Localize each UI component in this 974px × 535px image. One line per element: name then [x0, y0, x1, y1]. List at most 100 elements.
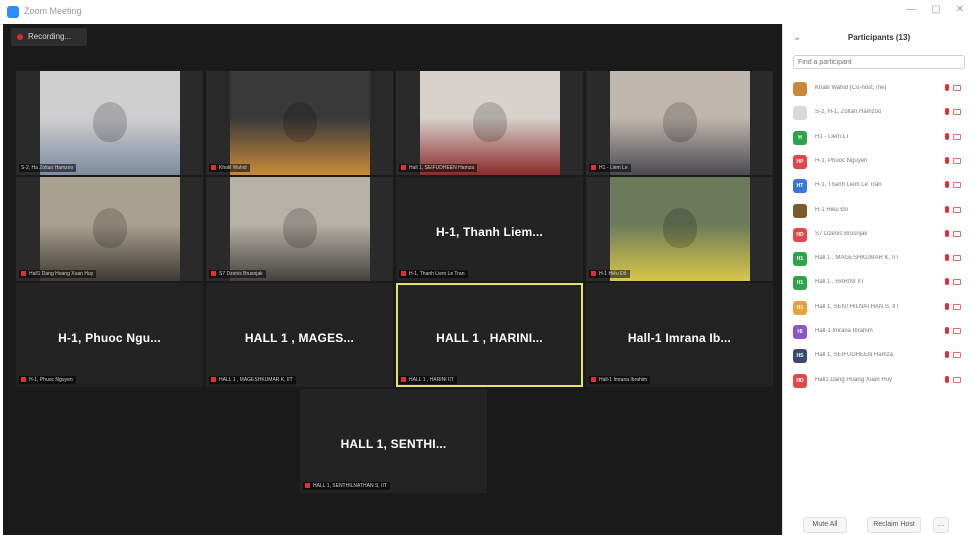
participant-video — [40, 177, 180, 281]
video-off-icon[interactable] — [953, 85, 961, 91]
video-off-icon[interactable] — [953, 157, 961, 164]
muted-mic-icon[interactable] — [945, 181, 949, 189]
recording-label: Recording... — [28, 32, 72, 41]
participant-display-name: HALL 1 , HARINI... — [436, 330, 543, 345]
video-off-icon[interactable] — [953, 303, 961, 310]
participant-name: Hall 1, SENTHILNATHAN S, IIT — [815, 303, 900, 310]
recording-icon — [17, 34, 23, 40]
avatar: HI — [793, 325, 807, 339]
video-tile[interactable]: Hall-1 Imrana Ib... Hall-1 Imrana Ibrahim — [586, 283, 773, 387]
recording-indicator[interactable]: Recording... — [11, 28, 87, 46]
muted-mic-icon — [211, 377, 216, 383]
participant-row[interactable]: HS Hall 1, SEIFUDHEEN Hamza — [793, 347, 969, 364]
video-tile[interactable]: Hall 1, SEIFUDHEEN Hamza — [396, 71, 583, 175]
video-tile[interactable]: HALL 1 , MAGES... HALL 1 , MAGESHKUMAR K,… — [206, 283, 393, 387]
participant-name: S7 Dzenis Brusnjak — [815, 230, 868, 237]
muted-mic-icon — [401, 271, 406, 277]
muted-mic-icon — [21, 377, 26, 383]
muted-mic-icon[interactable] — [945, 302, 949, 310]
participant-name-label: Hall 1, SEIFUDHEEN Hamza — [409, 165, 475, 171]
video-tile[interactable]: Khalil Wahid — [206, 71, 393, 175]
video-tile[interactable]: S-2, Ha Zoltan Hamzoo — [16, 71, 203, 175]
muted-mic-icon — [305, 483, 310, 489]
participant-status-icons — [945, 108, 965, 116]
participant-silhouette — [93, 208, 127, 249]
participant-search-input[interactable] — [793, 55, 965, 69]
muted-mic-icon[interactable] — [945, 351, 949, 359]
participants-panel: ⌄ Participants (13) Khalil Wahid (Co-hos… — [782, 24, 974, 535]
participant-row[interactable]: HT H-1, Thanh Liem Le Tran — [793, 177, 969, 194]
participant-row[interactable]: HD S7 Dzenis Brusnjak — [793, 226, 969, 242]
participant-name-tag: Hall1 Dang Hoang Xuan Huy — [19, 270, 97, 278]
participant-row[interactable]: H-1 Hiếu Đỗ — [793, 202, 969, 218]
participant-row[interactable]: H1 Hall 1, SENTHILNATHAN S, IIT — [793, 299, 969, 315]
participant-video — [420, 71, 560, 175]
participant-name: H-1, Thanh Liem Le Tran — [815, 182, 882, 189]
maximize-icon[interactable]: ▢ — [928, 4, 944, 15]
muted-mic-icon[interactable] — [945, 84, 949, 91]
video-off-icon[interactable] — [953, 230, 961, 237]
muted-mic-icon[interactable] — [945, 278, 949, 286]
video-off-icon[interactable] — [953, 182, 961, 189]
participant-status-icons — [945, 327, 965, 335]
muted-mic-icon[interactable] — [945, 327, 949, 334]
participant-name-label: H-1, Thanh Liem Le Tran — [409, 271, 465, 277]
video-tile[interactable]: H-1, Thanh Liem... H-1, Thanh Liem Le Tra… — [396, 177, 583, 281]
minimize-icon[interactable]: — — [903, 4, 919, 15]
video-off-icon[interactable] — [953, 328, 961, 334]
window-title: Zoom Meeting — [24, 6, 82, 16]
muted-mic-icon[interactable] — [945, 375, 949, 383]
close-icon[interactable]: ✕ — [952, 4, 968, 15]
participant-status-icons — [945, 254, 965, 262]
video-off-icon[interactable] — [953, 206, 961, 213]
video-off-icon[interactable] — [953, 255, 961, 262]
participant-row[interactable]: HI Hall-1 Imrana Ibrahim — [793, 323, 969, 339]
participant-name: Hall 1 , MAGESHKUMAR K, IIT — [815, 255, 900, 262]
video-off-icon[interactable] — [953, 352, 961, 359]
participant-row[interactable]: Khalil Wahid (Co-host, me) — [793, 80, 969, 96]
avatar: HD — [793, 227, 807, 242]
mute-all-button[interactable]: Mute All — [803, 517, 847, 533]
video-off-icon[interactable] — [953, 133, 961, 140]
participant-row[interactable]: S-2, H-1, Zoltan Hamzoo — [793, 104, 969, 121]
participant-display-name: HALL 1 , MAGES... — [244, 330, 355, 345]
video-tile[interactable]: HALL 1 , HARINI... HALL 1 , HARINI IIT — [396, 283, 583, 387]
muted-mic-icon[interactable] — [945, 205, 949, 213]
muted-mic-icon[interactable] — [945, 229, 949, 237]
participant-video — [230, 177, 370, 281]
video-off-icon[interactable] — [953, 279, 961, 286]
video-off-icon[interactable] — [953, 376, 961, 383]
participant-row[interactable]: H1 Hall 1 , HARINI IIT — [793, 274, 969, 291]
participant-row[interactable]: H H1 - Liem LT — [793, 129, 969, 145]
participant-row[interactable]: HP H-1, Phuoc Nguyen — [793, 153, 969, 169]
participant-display-name: Hall-1 Imrana Ib... — [627, 330, 732, 345]
reclaim-host-button[interactable]: Reclaim Host — [867, 517, 921, 533]
muted-mic-icon[interactable] — [945, 156, 949, 164]
participant-name: H-1, Phuoc Nguyen — [815, 157, 868, 164]
muted-mic-icon[interactable] — [945, 108, 949, 116]
muted-mic-icon — [591, 377, 596, 383]
participant-name-label: HALL 1, SENTHILNATHAN S, IIT — [313, 483, 387, 489]
more-options-button[interactable]: … — [933, 517, 949, 533]
muted-mic-icon[interactable] — [945, 132, 949, 140]
video-tile[interactable]: HALL 1, SENTHI... HALL 1, SENTHILNATHAN S… — [300, 389, 487, 493]
participant-name: H1 - Liem LT — [815, 133, 850, 140]
video-tile[interactable]: S7 Dzenis Brusnjak — [206, 177, 393, 281]
avatar — [793, 106, 807, 121]
video-tile[interactable]: H-1 Hiếu Đỗ — [586, 177, 773, 281]
video-off-icon[interactable] — [953, 109, 961, 116]
participant-video — [610, 71, 750, 175]
participant-name-tag: Hall-1 Imrana Ibrahim — [589, 376, 651, 384]
participant-row[interactable]: H1 Hall 1 , MAGESHKUMAR K, IIT — [793, 250, 969, 267]
video-tile[interactable]: H-1, Phuoc Ngu... H-1, Phuoc Nguyen — [16, 283, 203, 387]
avatar: HD — [793, 373, 807, 388]
muted-mic-icon — [401, 165, 406, 171]
participant-row[interactable]: HD Hall1 Dang Hoang Xuan Huy — [793, 372, 969, 388]
video-tile[interactable]: H1 - Liem Le — [586, 71, 773, 175]
participant-status-icons — [945, 302, 965, 311]
participant-name-label: Hall1 Dang Hoang Xuan Huy — [29, 271, 94, 277]
participant-name: Hall 1 , HARINI IIT — [815, 279, 865, 286]
muted-mic-icon[interactable] — [945, 254, 949, 262]
video-tile[interactable]: Hall1 Dang Hoang Xuan Huy — [16, 177, 203, 281]
participant-name-tag: S7 Dzenis Brusnjak — [209, 270, 266, 278]
